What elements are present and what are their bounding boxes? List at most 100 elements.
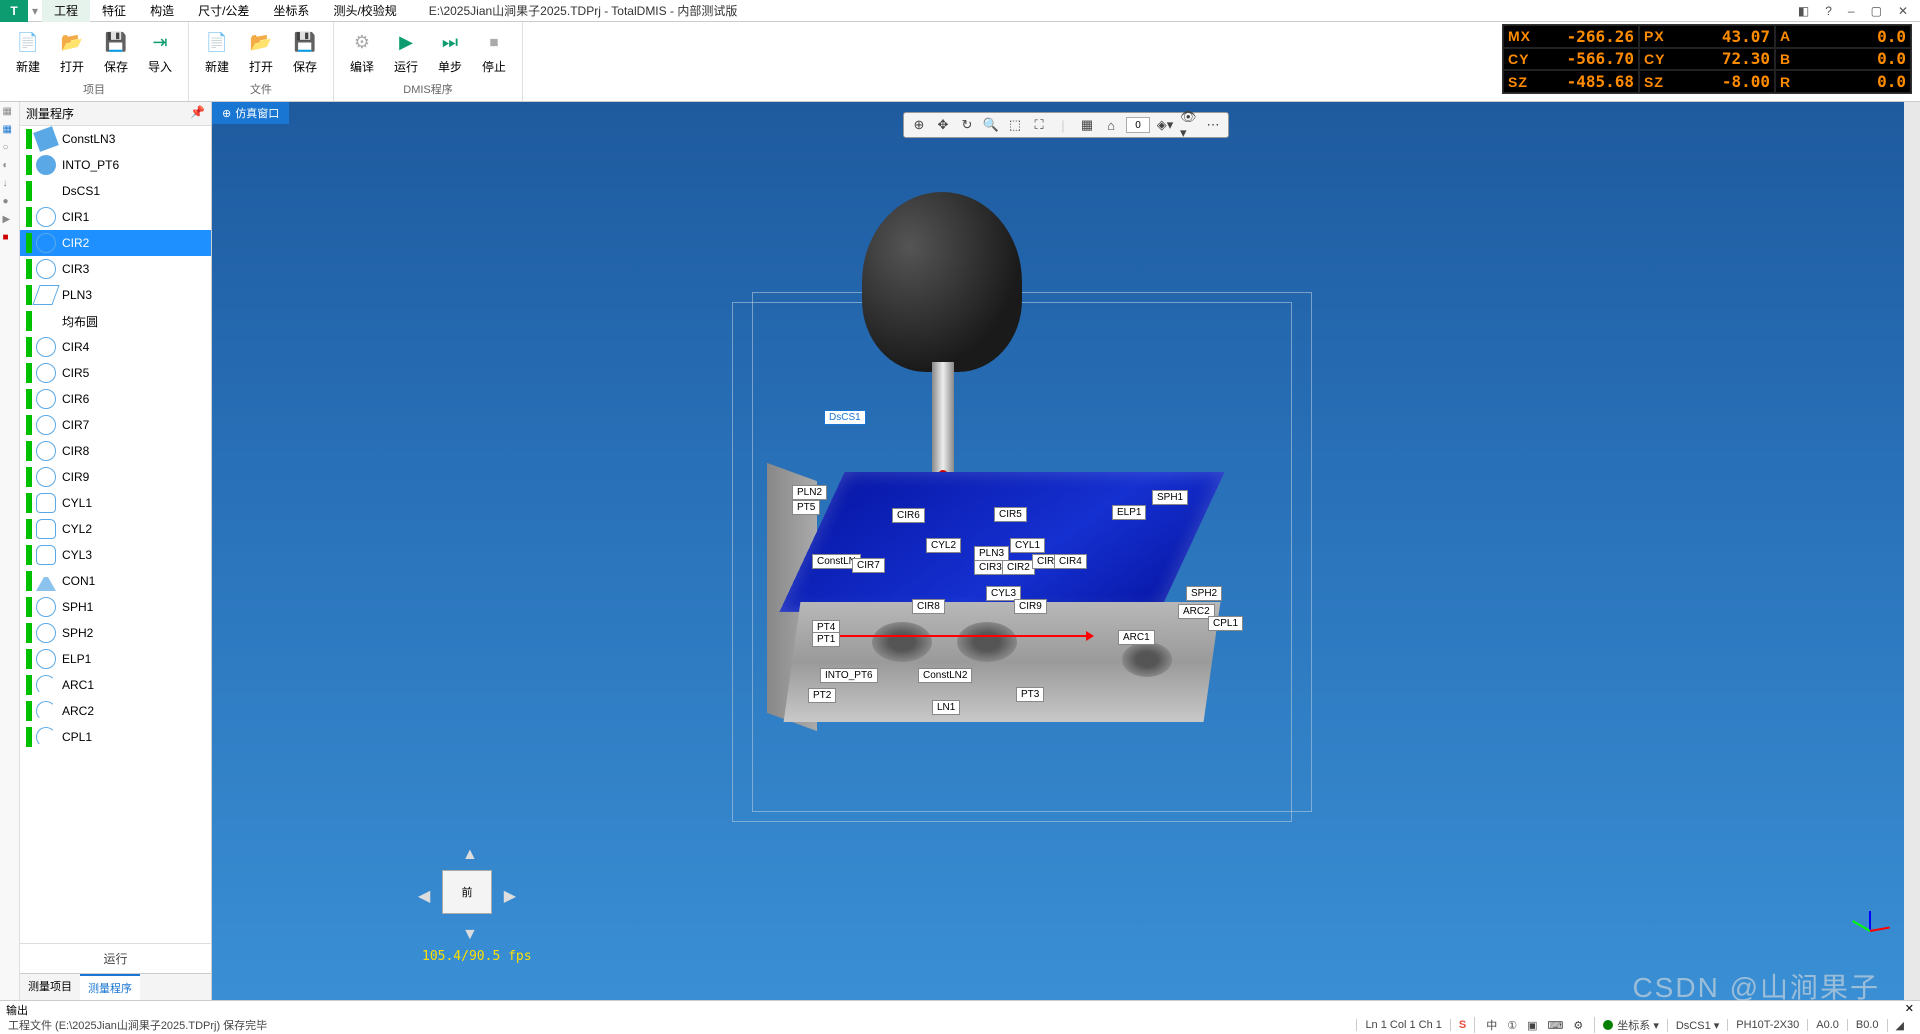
left-panel-header: 测量程序 📌 (20, 102, 211, 126)
tree-item-SPH1[interactable]: SPH1 (20, 594, 211, 620)
feat-label-DsCS1[interactable]: DsCS1 (824, 410, 866, 425)
feat-label-CPL1[interactable]: CPL1 (1208, 616, 1243, 631)
menu-坐标系[interactable]: 坐标系 (261, 0, 321, 22)
sidetool-icon[interactable]: ◐ (3, 160, 17, 174)
sidetool-icon[interactable]: ● (3, 196, 17, 210)
tree-item-CIR7[interactable]: CIR7 (20, 412, 211, 438)
feat-label-CIR5[interactable]: CIR5 (994, 507, 1027, 522)
feat-label-PT2[interactable]: PT2 (808, 688, 836, 703)
feat-label-PT3[interactable]: PT3 (1016, 687, 1044, 702)
feat-label-INTO_PT6[interactable]: INTO_PT6 (820, 668, 878, 683)
tree-item-ConstLN3[interactable]: ConstLN3 (20, 126, 211, 152)
window-button[interactable]: ◧ (1792, 2, 1815, 20)
ribbon-打开[interactable]: 📂打开 (243, 26, 279, 77)
tree-item-CIR4[interactable]: CIR4 (20, 334, 211, 360)
ribbon-停止[interactable]: ⏹停止 (476, 26, 512, 77)
cube-up-icon[interactable]: ▲ (462, 846, 478, 864)
tree-item-均布圆[interactable]: 均布圆 (20, 308, 211, 334)
feat-label-LN1[interactable]: LN1 (932, 700, 960, 715)
pin-icon[interactable]: 📌 (190, 105, 205, 122)
cube-right-icon[interactable]: ▶ (504, 886, 516, 906)
ribbon-运行[interactable]: ▶运行 (388, 26, 424, 77)
sidetool-icon[interactable]: ○ (3, 142, 17, 156)
sidetool-icon[interactable]: ▦ (3, 106, 17, 120)
tree-item-PLN3[interactable]: PLN3 (20, 282, 211, 308)
tree-item-CYL3[interactable]: CYL3 (20, 542, 211, 568)
feat-label-CIR2[interactable]: CIR2 (1002, 560, 1035, 575)
window-button[interactable]: ▢ (1865, 2, 1888, 20)
feat-label-CYL2[interactable]: CYL2 (926, 538, 961, 553)
tree-item-CIR3[interactable]: CIR3 (20, 256, 211, 282)
close-icon[interactable]: ✕ (1905, 1002, 1914, 1015)
ribbon-导入[interactable]: ⇥导入 (142, 26, 178, 77)
tree-item-CIR6[interactable]: CIR6 (20, 386, 211, 412)
menu-工程[interactable]: 工程 (42, 0, 90, 22)
tree-item-CON1[interactable]: CON1 (20, 568, 211, 594)
menu-测头/校验规[interactable]: 测头/校验规 (321, 0, 408, 22)
tree-item-CIR5[interactable]: CIR5 (20, 360, 211, 386)
tree-item-ARC2[interactable]: ARC2 (20, 698, 211, 724)
tree-item-DsCS1[interactable]: DsCS1 (20, 178, 211, 204)
tree-item-INTO_PT6[interactable]: INTO_PT6 (20, 152, 211, 178)
ribbon-保存[interactable]: 💾保存 (287, 26, 323, 77)
cube-down-icon[interactable]: ▼ (462, 926, 478, 944)
feat-label-SPH1[interactable]: SPH1 (1152, 490, 1188, 505)
menu-构造[interactable]: 构造 (138, 0, 186, 22)
cube-face[interactable]: 前 (442, 870, 492, 914)
tree-item-CIR8[interactable]: CIR8 (20, 438, 211, 464)
feat-label-SPH2[interactable]: SPH2 (1186, 586, 1222, 601)
window-button[interactable]: ✕ (1892, 2, 1914, 20)
viewport-3d[interactable]: 仿真窗口 ⊕ ✥ ↻ 🔍 ⬚ ⛶ | ▦ ⌂ ◈▾ 👁▾ ⋯ (212, 102, 1920, 1000)
ribbon-新建[interactable]: 📄新建 (199, 26, 235, 77)
feat-label-CIR8[interactable]: CIR8 (912, 599, 945, 614)
feat-label-PLN2[interactable]: PLN2 (792, 485, 827, 500)
tree-item-CYL1[interactable]: CYL1 (20, 490, 211, 516)
window-button[interactable]: ? (1819, 2, 1838, 20)
ribbon-新建[interactable]: 📄新建 (10, 26, 46, 77)
tree-item-ELP1[interactable]: ELP1 (20, 646, 211, 672)
sidetool-icon[interactable]: ■ (3, 232, 17, 246)
feat-label-ARC1[interactable]: ARC1 (1118, 630, 1155, 645)
footer-tab-测量项目[interactable]: 测量项目 (20, 974, 80, 1000)
viewport-scrollbar[interactable] (1904, 102, 1920, 1000)
ribbon-编译[interactable]: ⚙编译 (344, 26, 380, 77)
ribbon-保存[interactable]: 💾保存 (98, 26, 134, 77)
run-button[interactable]: 运行 (20, 943, 211, 973)
feature-tree[interactable]: ConstLN3INTO_PT6DsCS1CIR1CIR2CIR3PLN3均布圆… (20, 126, 211, 943)
feat-label-PT1[interactable]: PT1 (812, 632, 840, 647)
sidetool-icon[interactable]: ▶ (3, 214, 17, 228)
feat-label-ConstLN2[interactable]: ConstLN2 (918, 668, 972, 683)
ribbon-单步[interactable]: ⏭单步 (432, 26, 468, 77)
sidetool-icon[interactable]: ↓ (3, 178, 17, 192)
feat-label-CIR6[interactable]: CIR6 (892, 508, 925, 523)
tree-item-SPH2[interactable]: SPH2 (20, 620, 211, 646)
feat-label-CIR4[interactable]: CIR4 (1054, 554, 1087, 569)
window-button[interactable]: – (1842, 2, 1861, 20)
ime-buttons[interactable]: 中①▣⌨⚙ (1474, 1017, 1594, 1033)
feat-label-CYL1[interactable]: CYL1 (1010, 538, 1045, 553)
tree-item-CPL1[interactable]: CPL1 (20, 724, 211, 750)
tree-item-CIR1[interactable]: CIR1 (20, 204, 211, 230)
feat-label-CIR9[interactable]: CIR9 (1014, 599, 1047, 614)
view-cube[interactable]: ▲ ◀ ▶ ▼ 前 (422, 850, 512, 940)
tree-item-CIR2[interactable]: CIR2 (20, 230, 211, 256)
window-buttons: ◧?–▢✕ (1792, 2, 1920, 20)
feat-label-ELP1[interactable]: ELP1 (1112, 505, 1146, 520)
cube-left-icon[interactable]: ◀ (418, 886, 430, 906)
ime-indicator[interactable]: S (1450, 1019, 1474, 1031)
status-coord[interactable]: 坐标系 ▾ (1594, 1017, 1667, 1033)
sidetool-icon[interactable]: ▦ (3, 124, 17, 138)
status-cs[interactable]: DsCS1 ▾ (1667, 1019, 1727, 1032)
tree-item-ARC1[interactable]: ARC1 (20, 672, 211, 698)
feat-label-CIR7[interactable]: CIR7 (852, 558, 885, 573)
feat-label-PT5[interactable]: PT5 (792, 500, 820, 515)
tree-item-CIR9[interactable]: CIR9 (20, 464, 211, 490)
footer-tab-测量程序[interactable]: 测量程序 (80, 974, 140, 1000)
dropdown-icon[interactable]: ▾ (28, 4, 42, 18)
menu-特征[interactable]: 特征 (90, 0, 138, 22)
tree-item-CYL2[interactable]: CYL2 (20, 516, 211, 542)
menu-尺寸/公差[interactable]: 尺寸/公差 (186, 0, 261, 22)
resize-grip-icon[interactable]: ◢ (1887, 1019, 1912, 1032)
feat-label-PLN3[interactable]: PLN3 (974, 546, 1009, 561)
ribbon-打开[interactable]: 📂打开 (54, 26, 90, 77)
